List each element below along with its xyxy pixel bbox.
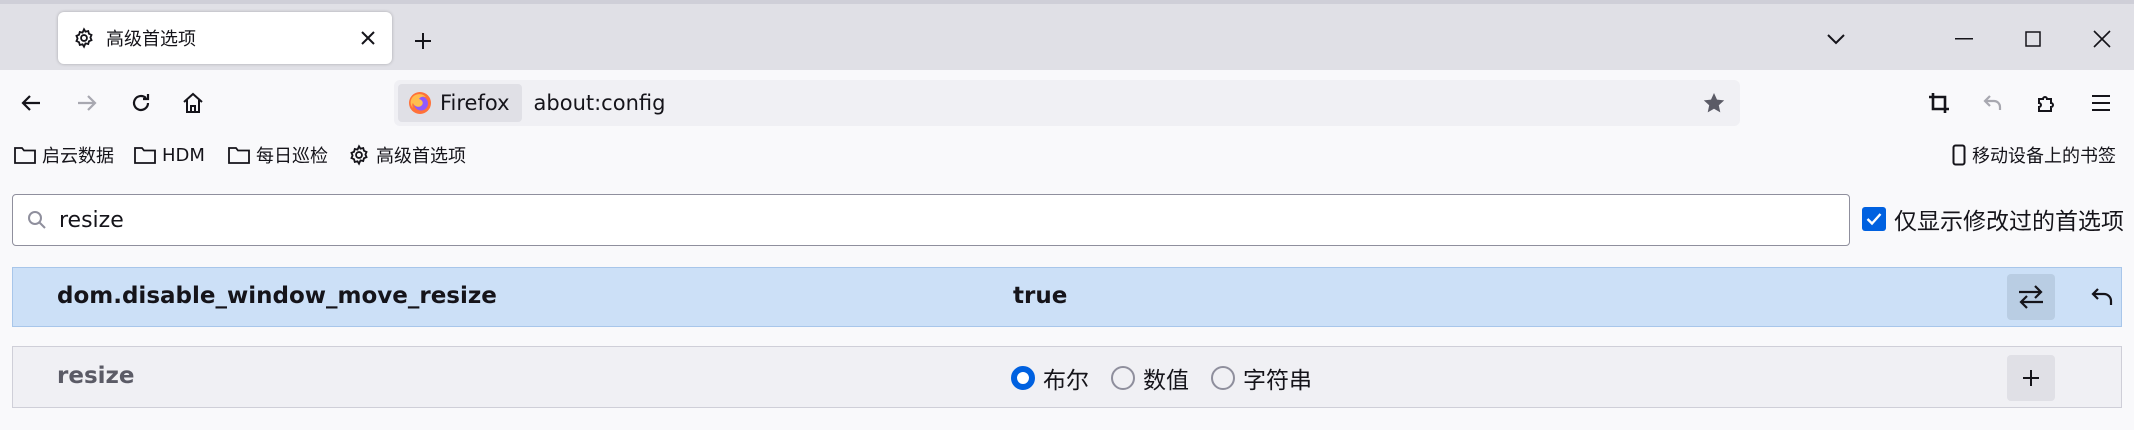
undo-close-button[interactable] [1972,82,2014,124]
folder-icon [134,147,156,164]
mobile-icon [1952,144,1966,166]
home-button[interactable] [172,82,214,124]
bookmarks-toolbar: 启云数据 HDM 每日巡检 高级首选项 移动设备上的书签 [0,136,2134,174]
bookmark-label: HDM [162,144,205,166]
toggle-button[interactable] [2007,274,2055,320]
mobile-bookmarks[interactable]: 移动设备上的书签 [1952,140,2116,170]
tab-title: 高级首选项 [106,29,196,50]
tab-advanced-preferences[interactable]: 高级首选项 [58,12,392,64]
folder-icon [228,147,250,164]
add-pref-row: resize 布尔 数值 字符串 [12,346,2122,408]
back-button[interactable] [10,82,52,124]
toggle-arrows-icon [2019,285,2043,309]
bookmark-label: 高级首选项 [376,146,466,167]
plus-icon [415,33,431,49]
reload-icon [132,94,150,112]
new-pref-name: resize [57,363,135,389]
identity-label: Firefox [440,91,510,115]
navigation-toolbar: Firefox about:config [0,70,2134,136]
maximize-button[interactable] [2011,18,2055,60]
type-label: 数值 [1143,368,1189,394]
radio-string[interactable] [1211,366,1235,390]
bookmark-label: 每日巡检 [256,146,328,167]
add-pref-button[interactable] [2007,355,2055,401]
checkmark-icon [1866,213,1882,226]
show-modified-checkbox[interactable] [1862,207,1886,231]
close-icon [361,31,375,45]
show-modified-filter[interactable]: 仅显示修改过的首选项 [1862,202,2124,236]
type-option-boolean[interactable]: 布尔 [1011,361,1089,395]
show-modified-label: 仅显示修改过的首选项 [1894,209,2124,235]
list-all-tabs-button[interactable] [1814,18,1858,60]
identity-box[interactable]: Firefox [398,84,522,122]
arrow-left-icon [21,95,40,111]
pref-name: dom.disable_window_move_resize [57,283,497,309]
close-window-button[interactable] [2080,18,2124,60]
undo-icon [2091,288,2113,305]
search-icon [25,208,49,232]
url-text[interactable]: about:config [534,91,1694,115]
minimize-icon [1955,38,1973,40]
arrow-right-icon [78,95,97,111]
new-tab-button[interactable] [402,20,444,62]
bookmark-item[interactable]: 高级首选项 [348,140,466,170]
forward-button[interactable] [66,82,108,124]
bookmark-item[interactable]: 每日巡检 [228,140,328,170]
close-tab-button[interactable] [348,18,388,58]
close-icon [2093,30,2111,48]
bookmark-item[interactable]: HDM [134,140,205,170]
radio-number[interactable] [1111,366,1135,390]
crop-icon [1929,93,1949,113]
reload-button[interactable] [120,82,162,124]
gear-icon [72,26,96,50]
app-menu-button[interactable] [2080,82,2122,124]
chevron-down-icon [1827,34,1845,45]
mobile-bookmarks-label: 移动设备上的书签 [1972,146,2116,167]
plus-icon [2023,370,2039,386]
bookmark-item[interactable]: 启云数据 [14,140,114,170]
screenshot-button[interactable] [1918,82,1960,124]
type-option-number[interactable]: 数值 [1111,361,1189,395]
gear-icon [350,144,368,166]
pref-row[interactable]: dom.disable_window_move_resize true [12,267,2122,327]
about-config-page: 仅显示修改过的首选项 dom.disable_window_move_resiz… [0,174,2134,430]
tab-strip-top-border [0,0,2134,4]
pref-type-radio-group: 布尔 数值 字符串 [1011,361,1312,395]
maximize-icon [2025,31,2041,47]
type-option-string[interactable]: 字符串 [1211,361,1312,395]
star-icon [1703,93,1725,113]
minimize-button[interactable] [1942,18,1986,60]
type-label: 布尔 [1043,368,1089,394]
extensions-button[interactable] [2026,82,2068,124]
home-icon [183,92,203,113]
puzzle-icon [2038,96,2054,112]
hamburger-menu-icon [2092,95,2110,111]
undo-icon [1983,95,2002,110]
radio-boolean[interactable] [1011,366,1035,390]
bookmark-star-button[interactable] [1694,83,1734,123]
tab-strip: 高级首选项 [0,0,2134,70]
pref-search-input[interactable] [59,207,1849,233]
type-label: 字符串 [1243,368,1312,394]
reset-button[interactable] [2081,274,2123,320]
url-bar[interactable]: Firefox about:config [394,80,1740,126]
pref-value: true [1013,283,1068,309]
folder-icon [14,147,36,164]
bookmark-label: 启云数据 [42,146,114,167]
pref-search-box[interactable] [12,194,1850,246]
firefox-logo-icon [409,92,431,114]
